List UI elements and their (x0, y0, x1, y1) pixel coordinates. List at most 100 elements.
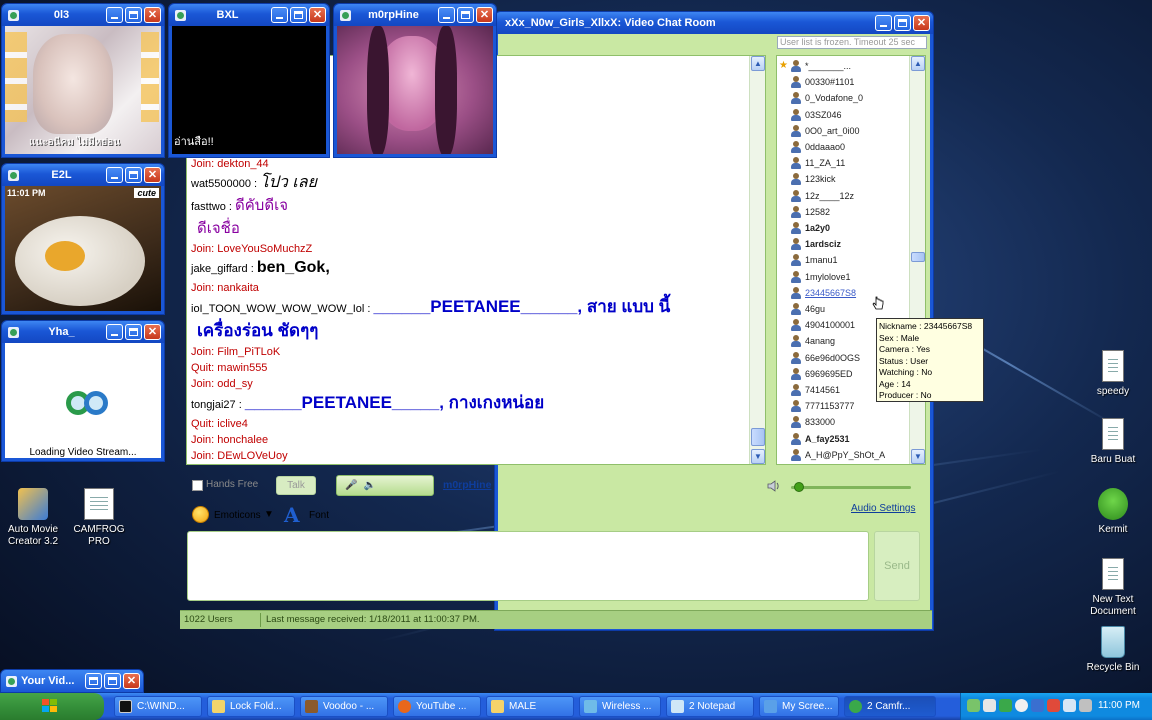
tray-camfrog-icon[interactable] (999, 699, 1012, 712)
user-list-item[interactable]: A_fay2531 (791, 431, 850, 447)
desktop-icon-new-text-document[interactable]: New Text Document (1077, 558, 1149, 618)
tray-volume-icon[interactable] (1079, 699, 1092, 712)
chat-nickname[interactable]: tongjai27 : (191, 399, 242, 411)
video-window-yha[interactable]: Yha_ ✕ Loading Video Stream... (1, 320, 165, 462)
task-voodoo[interactable]: Voodoo - ... (300, 696, 388, 717)
scroll-up-arrow-icon[interactable]: ▲ (911, 56, 925, 71)
video-window-m0rphine[interactable]: m0rpHine ✕ (333, 3, 497, 158)
user-list-item[interactable]: 7771153777 (791, 398, 854, 414)
video-window-e2l[interactable]: E2L ✕ 11:01 PM cute (1, 163, 165, 315)
maximize-button[interactable] (125, 324, 142, 340)
clock[interactable]: 11:00 PM (1098, 700, 1140, 711)
send-button[interactable]: Send (874, 531, 920, 601)
desktop-icon-kermit[interactable]: Kermit (1077, 488, 1149, 536)
video-titlebar[interactable]: Yha_ ✕ (2, 321, 164, 343)
user-list-item[interactable]: 0O0_art_0i00 (791, 123, 860, 139)
user-list-item[interactable]: 7414561 (791, 382, 840, 398)
chat-nickname[interactable]: wat5500000 : (191, 178, 257, 190)
scroll-up-arrow-icon[interactable]: ▲ (751, 56, 765, 71)
user-list-item[interactable]: 123kick (791, 171, 836, 187)
tray-app-icon[interactable] (967, 699, 980, 712)
task-camfrog-group[interactable]: 2 Camfr... (844, 696, 936, 717)
user-list[interactable]: ★ *_______... 00330#1101 0_Vodafone_0 03SZ04… (776, 55, 926, 465)
user-list-item[interactable]: ★ *_______... (779, 58, 851, 74)
restore-button[interactable] (85, 673, 102, 689)
task-lock-folder[interactable]: Lock Fold... (207, 696, 295, 717)
minimize-button[interactable] (438, 7, 455, 23)
maximize-button[interactable] (104, 673, 121, 689)
scroll-down-arrow-icon[interactable]: ▼ (751, 449, 765, 464)
start-button[interactable] (0, 693, 104, 720)
font-icon[interactable]: A (284, 503, 300, 527)
video-titlebar[interactable]: E2L ✕ (2, 164, 164, 186)
chat-log-scrollbar[interactable]: ▲ ▼ (749, 56, 765, 464)
user-list-item[interactable]: 66e96d0OGS (791, 350, 860, 366)
maximize-button[interactable] (125, 7, 142, 23)
hands-free-checkbox[interactable] (192, 480, 203, 491)
chat-nickname[interactable]: fasttwo : (191, 201, 232, 213)
user-list-item[interactable]: 1a2y0 (791, 220, 830, 236)
maximize-button[interactable] (894, 15, 911, 31)
chat-nickname[interactable]: ioI_TOON_WOW_WOW_WOW_Iol : (191, 303, 370, 315)
video-titlebar[interactable]: BXL ✕ (169, 4, 329, 26)
user-list-item[interactable]: 1ardsciz (791, 236, 841, 252)
close-button[interactable]: ✕ (144, 7, 161, 23)
volume-slider-knob[interactable] (794, 482, 804, 492)
close-button[interactable]: ✕ (309, 7, 326, 23)
task-cmd[interactable]: C:\WIND... (114, 696, 202, 717)
video-titlebar[interactable]: m0rpHine ✕ (334, 4, 496, 26)
minimize-button[interactable] (106, 324, 123, 340)
maximize-button[interactable] (290, 7, 307, 23)
user-list-item[interactable]: 1mylolove1 (791, 269, 851, 285)
emoticons-button[interactable]: Emoticons (214, 510, 261, 521)
talk-button[interactable]: Talk (276, 476, 316, 495)
minimize-button[interactable] (271, 7, 288, 23)
chat-room-titlebar[interactable]: xXx_N0w_Girls_XllxX: Video Chat Room ✕ (495, 12, 933, 34)
user-list-item[interactable]: 4904100001 (791, 317, 855, 333)
task-youtube-firefox[interactable]: YouTube ... (393, 696, 481, 717)
minimize-button[interactable] (106, 7, 123, 23)
scrollbar-thumb[interactable] (751, 428, 765, 446)
task-wireless[interactable]: Wireless ... (579, 696, 661, 717)
tray-bluetooth-icon[interactable] (1031, 699, 1044, 712)
emoticon-smiley-icon[interactable] (192, 506, 209, 523)
volume-icon[interactable] (766, 478, 782, 494)
desktop-icon-camfrog-pro[interactable]: CAMFROG PRO (63, 488, 135, 548)
volume-slider[interactable] (791, 486, 911, 489)
user-list-item[interactable]: 00330#1101 (791, 74, 854, 90)
user-list-item[interactable]: 12z____12z (791, 188, 854, 204)
chevron-down-icon[interactable]: ▼ (264, 509, 274, 520)
user-list-item[interactable]: 12582 (791, 204, 830, 220)
task-my-screen[interactable]: My Scree... (759, 696, 839, 717)
close-button[interactable]: ✕ (144, 324, 161, 340)
audio-settings-link[interactable]: Audio Settings (851, 503, 916, 514)
tray-security-icon[interactable] (1015, 699, 1028, 712)
minimize-button[interactable] (106, 167, 123, 183)
user-list-item[interactable]: 23445667S8 (791, 285, 856, 301)
user-list-item[interactable]: 1manu1 (791, 252, 838, 268)
user-list-item[interactable]: 833000 (791, 414, 835, 430)
user-list-item[interactable]: 0_Vodafone_0 (791, 90, 863, 106)
scroll-down-arrow-icon[interactable]: ▼ (911, 449, 925, 464)
font-button[interactable]: Font (309, 510, 329, 521)
scrollbar-thumb[interactable] (911, 252, 925, 262)
video-titlebar[interactable]: 0l3 ✕ (2, 4, 164, 26)
desktop-icon-recycle-bin[interactable]: Recycle Bin (1077, 626, 1149, 674)
close-button[interactable]: ✕ (123, 673, 140, 689)
task-notepad-group[interactable]: 2 Notepad (666, 696, 754, 717)
user-list-item[interactable]: 4anang (791, 333, 835, 349)
current-speaker-link[interactable]: m0rpHine (443, 479, 491, 491)
user-list-item[interactable]: 6969695ED (791, 366, 853, 382)
tray-network-icon[interactable] (983, 699, 996, 712)
video-window-bxl[interactable]: BXL ✕ อ่านสือ!! (168, 3, 330, 158)
close-button[interactable]: ✕ (913, 15, 930, 31)
desktop-icon-auto-movie-creator[interactable]: Auto Movie Creator 3.2 (0, 488, 69, 548)
maximize-button[interactable] (457, 7, 474, 23)
user-list-item[interactable]: A_H@PpY_ShOt_A (791, 447, 885, 463)
minimized-video-window[interactable]: Your Vid... ✕ (0, 669, 144, 693)
tray-wireless-icon[interactable] (1063, 699, 1076, 712)
desktop-icon-baru-buat[interactable]: Baru Buat (1077, 418, 1149, 466)
minimize-button[interactable] (875, 15, 892, 31)
task-male-folder[interactable]: MALE (486, 696, 574, 717)
user-list-scrollbar[interactable]: ▲ ▼ (909, 56, 925, 464)
